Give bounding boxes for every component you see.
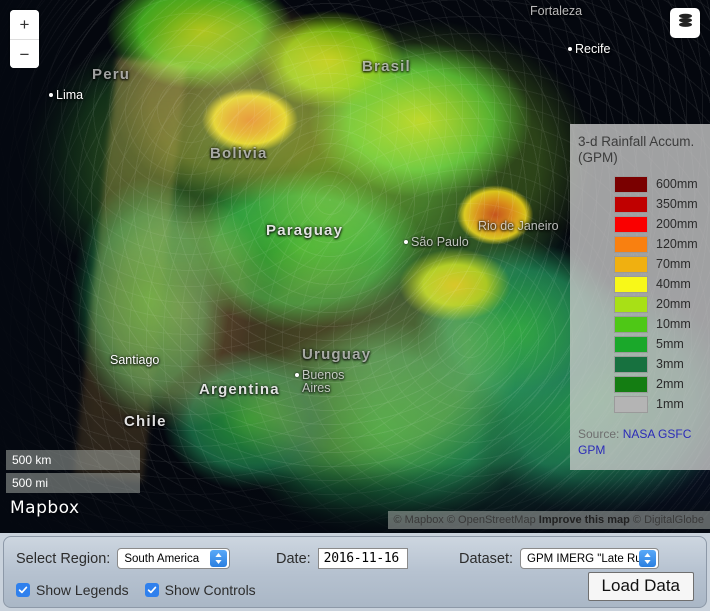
legend-color-swatch <box>614 295 648 313</box>
mapbox-logo[interactable]: Mapbox <box>10 498 80 518</box>
legend-color-swatch <box>614 195 648 213</box>
zoom-control-group[interactable]: + − <box>10 10 39 68</box>
legend-row-label: 10mm <box>656 317 691 331</box>
legend-row-label: 5mm <box>656 337 684 351</box>
legend-row: 1mm <box>578 394 710 414</box>
legend-row-label: 600mm <box>656 177 698 191</box>
map-application: Lima Peru Bolivia Brasil Fortaleza Recife Para… <box>0 0 710 611</box>
legend-row: 5mm <box>578 334 710 354</box>
legend-row: 2mm <box>578 374 710 394</box>
legend-row: 70mm <box>578 254 710 274</box>
legend-color-swatch <box>614 315 648 333</box>
zoom-in-button[interactable]: + <box>10 10 39 39</box>
legend-row: 200mm <box>578 214 710 234</box>
show-legends-checkbox-item[interactable]: Show Legends <box>16 582 129 598</box>
legend-row: 120mm <box>578 234 710 254</box>
legend-color-swatch <box>614 395 648 413</box>
checkbox-checked-icon[interactable] <box>16 583 30 597</box>
rainfall-legend-panel: 3-d Rainfall Accum. (GPM) 600mm 350mm 200m… <box>570 124 710 470</box>
legend-row-label: 1mm <box>656 397 684 411</box>
scale-bar-mi: 500 mi <box>6 473 140 493</box>
legend-color-swatch <box>614 335 648 353</box>
legend-source-prefix: Source: <box>578 427 620 441</box>
legend-title: 3-d Rainfall Accum. (GPM) <box>578 134 695 165</box>
control-panel-surface: Select Region: South America Date: 2016-… <box>3 536 707 608</box>
legend-color-swatch <box>614 275 648 293</box>
chevron-updown-icon <box>639 550 656 567</box>
legend-row-list: 600mm 350mm 200mm 120mm 70mm 40mm 20mm 10mm 5mm 3… <box>578 174 710 414</box>
map-attribution: © Mapbox © OpenStreetMap Improve this ma… <box>387 511 710 529</box>
legend-row-label: 3mm <box>656 357 684 371</box>
legend-row: 20mm <box>578 294 710 314</box>
dataset-select-value: GPM IMERG "Late Ru <box>527 552 642 565</box>
attribution-osm-link[interactable]: © OpenStreetMap <box>447 514 536 526</box>
attribution-mapbox-link[interactable]: © Mapbox <box>394 514 444 526</box>
legend-row: 3mm <box>578 354 710 374</box>
region-select-value: South America <box>124 552 200 565</box>
layers-stack-icon <box>677 12 694 34</box>
show-controls-checkbox-item[interactable]: Show Controls <box>144 582 256 598</box>
legend-row-label: 350mm <box>656 197 698 211</box>
legend-row-label: 120mm <box>656 237 698 251</box>
attribution-improve-link[interactable]: Improve this map <box>539 514 630 526</box>
legend-color-swatch <box>614 235 648 253</box>
legend-row-label: 20mm <box>656 297 691 311</box>
map-viewport[interactable]: Lima Peru Bolivia Brasil Fortaleza Recife Para… <box>0 0 710 533</box>
legend-color-swatch <box>614 215 648 233</box>
control-row-primary: Select Region: South America Date: 2016-… <box>4 548 706 572</box>
load-data-button[interactable]: Load Data <box>587 572 694 601</box>
zoom-out-button[interactable]: − <box>10 39 39 68</box>
show-legends-label: Show Legends <box>36 582 129 598</box>
chevron-updown-icon <box>210 550 228 567</box>
legend-color-swatch <box>614 355 648 373</box>
dataset-label: Dataset: <box>459 550 513 567</box>
legend-row-label: 70mm <box>656 257 691 271</box>
date-field-group: Date: <box>276 548 408 569</box>
control-row-checkboxes: Show Legends Show Controls <box>16 582 256 598</box>
legend-row: 600mm <box>578 174 710 194</box>
legend-row-label: 200mm <box>656 217 698 231</box>
checkbox-checked-icon[interactable] <box>144 583 159 597</box>
control-panel: Select Region: South America Date: 2016-… <box>0 533 710 611</box>
layers-button[interactable] <box>670 8 700 38</box>
legend-row-label: 40mm <box>656 277 691 291</box>
scale-bar-km: 500 km <box>6 450 140 470</box>
region-field-group: Select Region: South America <box>16 548 231 569</box>
date-label: Date: <box>276 550 311 567</box>
legend-row: 350mm <box>578 194 710 214</box>
attribution-digitalglobe-link[interactable]: © DigitalGlobe <box>633 514 704 526</box>
legend-source: Source: NASA GSFC GPM <box>578 426 703 458</box>
legend-color-swatch <box>614 375 648 393</box>
legend-row-label: 2mm <box>656 377 684 391</box>
legend-color-swatch <box>614 255 648 273</box>
region-label: Select Region: <box>16 550 111 567</box>
region-select[interactable]: South America <box>117 548 231 569</box>
legend-color-swatch <box>614 175 648 193</box>
dataset-field-group: Dataset: GPM IMERG "Late Ru <box>459 548 659 569</box>
legend-row: 40mm <box>578 274 710 294</box>
show-controls-label: Show Controls <box>164 582 256 598</box>
date-input[interactable] <box>317 548 408 569</box>
legend-row: 10mm <box>578 314 710 334</box>
dataset-select[interactable]: GPM IMERG "Late Ru <box>520 548 659 569</box>
